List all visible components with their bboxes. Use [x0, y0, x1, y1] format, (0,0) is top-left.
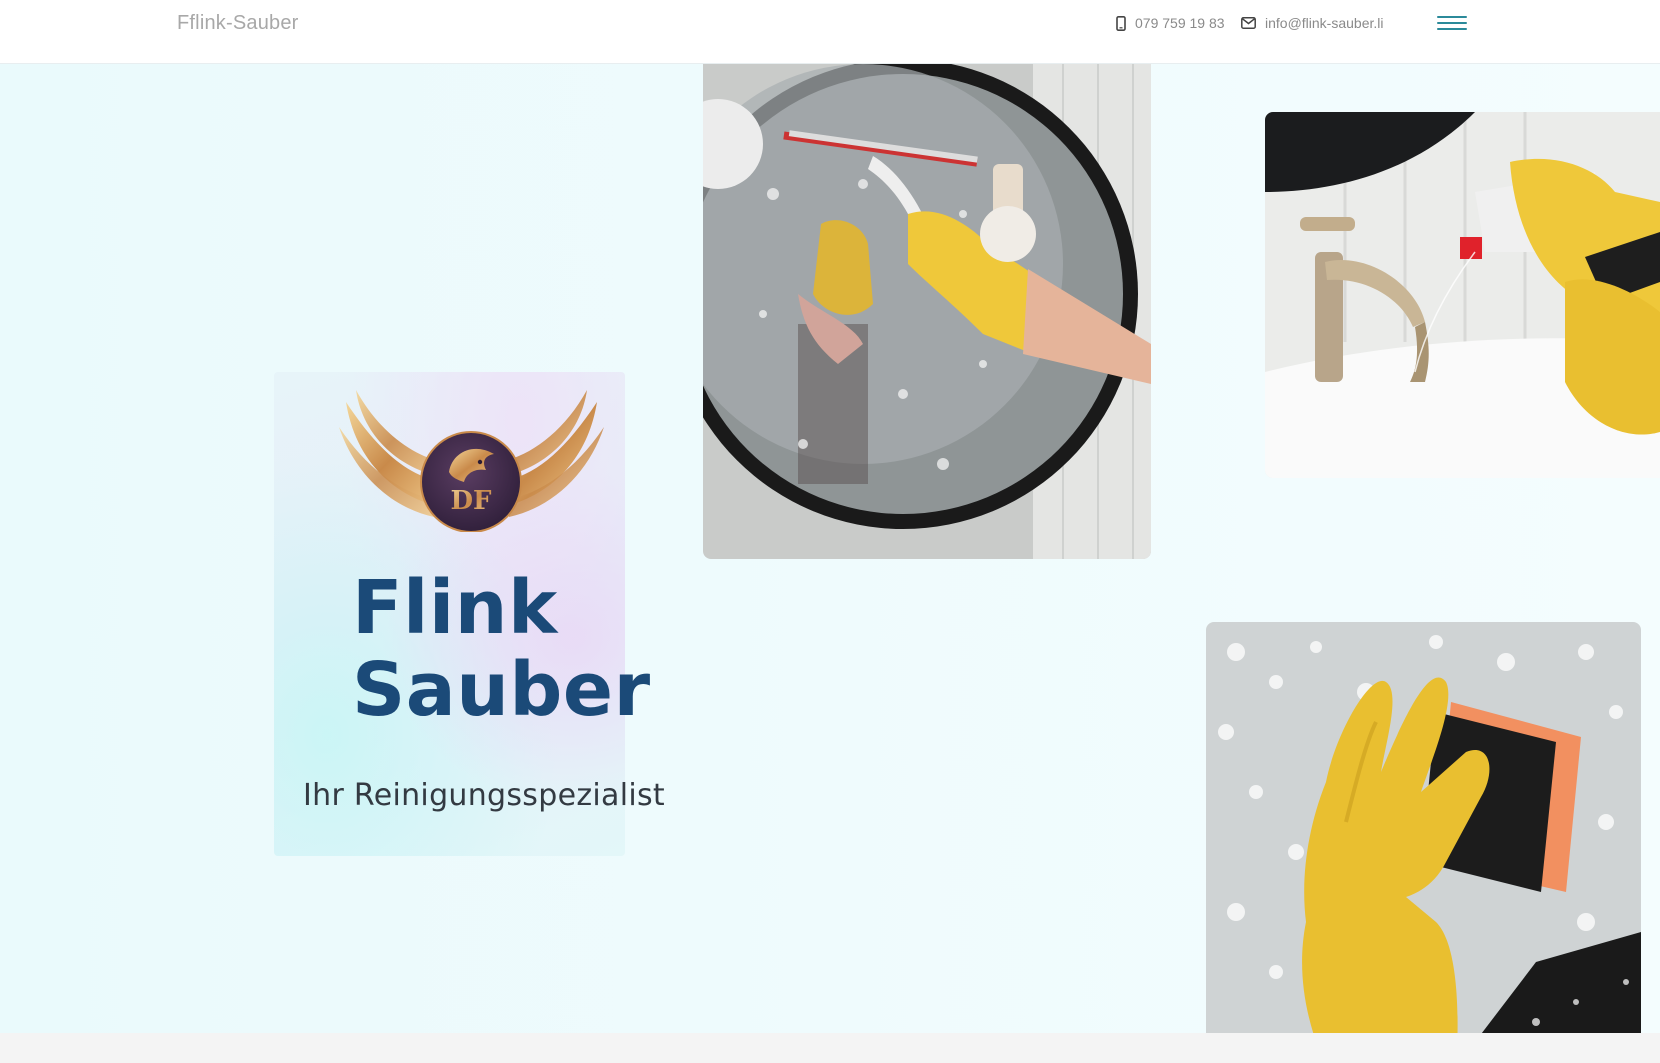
email-link[interactable]: info@flink-sauber.li: [1241, 15, 1384, 31]
phone-link[interactable]: 079 759 19 83: [1116, 15, 1225, 31]
logo-letters: DF: [450, 486, 492, 516]
email-address: info@flink-sauber.li: [1265, 15, 1384, 31]
hero-section: DF Flink Sauber Ihr Reinigungsspezialist: [0, 64, 1660, 1033]
envelope-icon: [1241, 17, 1256, 29]
hero-title: Flink Sauber: [352, 565, 651, 733]
site-header: Fflink-Sauber 079 759 19 83 info@flink-s…: [0, 0, 1660, 64]
phone-number: 079 759 19 83: [1135, 15, 1225, 31]
sponge-glass-photo: [1206, 622, 1641, 1033]
hero-subtitle: Ihr Reinigungsspezialist: [303, 778, 665, 813]
brand-link[interactable]: Fflink-Sauber: [177, 12, 299, 35]
faucet-spray-photo: [1265, 112, 1660, 478]
logo-wings-icon: DF: [339, 390, 604, 532]
mobile-phone-icon: [1116, 15, 1126, 31]
footer-strip: [0, 1033, 1660, 1063]
hero-card: DF Flink Sauber Ihr Reinigungsspezialist: [274, 372, 665, 856]
hamburger-menu-icon[interactable]: [1437, 14, 1467, 34]
mirror-cleaning-photo: [703, 64, 1151, 559]
